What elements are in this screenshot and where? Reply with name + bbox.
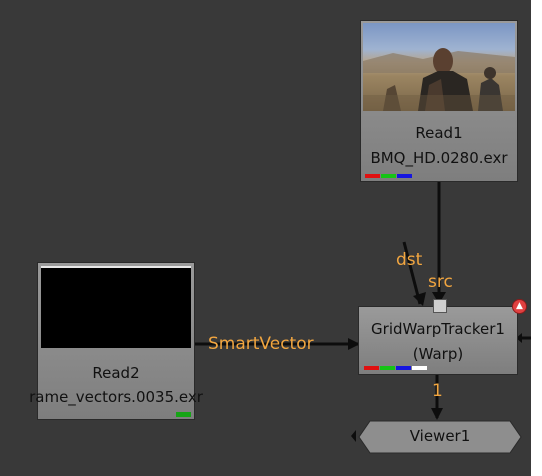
read1-node[interactable]: Read1 BMQ_HD.0280.exr xyxy=(360,20,518,182)
src-input-port[interactable] xyxy=(433,299,447,313)
dst-input-label: dst xyxy=(396,250,423,270)
src-input-label: src xyxy=(428,272,453,292)
gridwarp-class: (Warp) xyxy=(412,345,464,363)
gridwarptracker-node[interactable]: GridWarpTracker1 (Warp) xyxy=(358,306,518,375)
gridwarp-name: GridWarpTracker1 xyxy=(371,320,505,338)
read2-name: Read2 xyxy=(92,364,140,382)
read1-channels xyxy=(365,174,413,178)
smartvector-edge-label: SmartVector xyxy=(208,334,314,354)
viewer-input-arrow xyxy=(351,430,356,442)
read1-name: Read1 xyxy=(415,124,463,142)
read2-thumbnail xyxy=(41,266,191,348)
viewer-input-label: 1 xyxy=(432,381,443,401)
viewer1-name: Viewer1 xyxy=(409,427,471,445)
read2-channel-indicator xyxy=(176,412,191,417)
warning-badge-icon[interactable]: ▲ xyxy=(512,299,527,314)
node-graph-canvas[interactable]: Read1 BMQ_HD.0280.exr Read2 rame_vectors… xyxy=(0,0,531,476)
read1-filename: BMQ_HD.0280.exr xyxy=(370,149,508,167)
gridwarp-channels xyxy=(364,366,428,370)
viewer-arrowhead xyxy=(431,408,443,420)
viewer1-node[interactable]: Viewer1 xyxy=(358,420,522,454)
read1-thumbnail-image xyxy=(363,48,515,111)
read2-node[interactable]: Read2 rame_vectors.0035.exr xyxy=(29,262,203,420)
read2-filename: rame_vectors.0035.exr xyxy=(29,388,203,406)
read1-thumbnail xyxy=(363,23,515,111)
